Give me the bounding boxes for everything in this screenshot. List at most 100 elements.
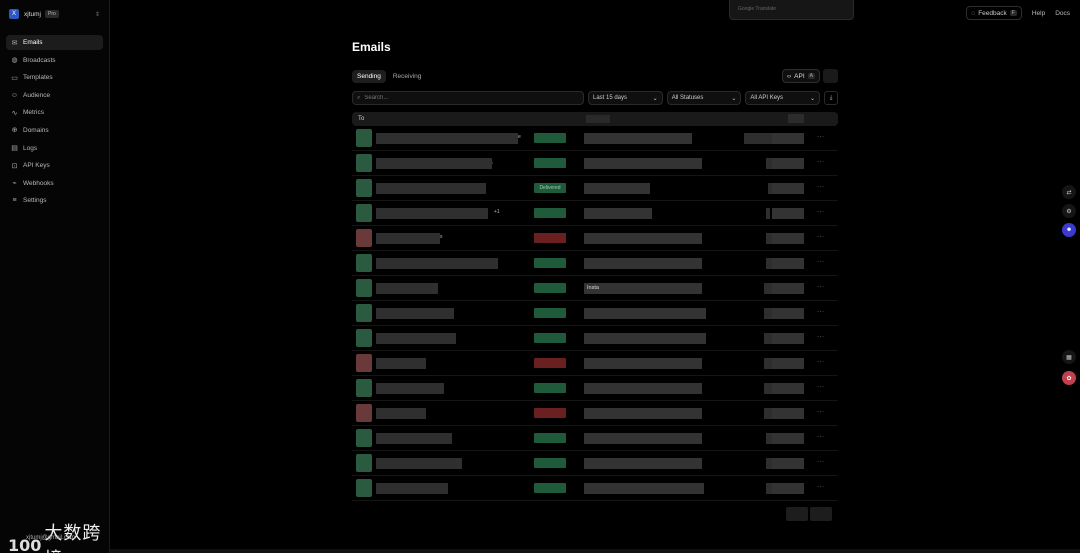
column-blurred (788, 114, 804, 123)
sidebar-item-domains[interactable]: ⊕ Domains (6, 123, 103, 138)
recipient-blurred (376, 183, 486, 194)
api-button[interactable]: ‹› API A (781, 69, 820, 83)
table-row[interactable]: Insta ··· (352, 276, 838, 301)
table-row[interactable]: ··· (352, 251, 838, 276)
more-actions-icon[interactable]: ··· (817, 434, 825, 440)
sent-time-blurred (772, 308, 804, 319)
more-actions-icon[interactable]: ··· (817, 159, 825, 165)
status-badge (534, 158, 566, 168)
more-actions-icon[interactable]: ··· (817, 184, 825, 190)
subject-blurred (584, 333, 706, 344)
subject-blurred (584, 483, 704, 494)
status-badge (534, 333, 566, 343)
user-email: xjtumj@gmail.com (26, 535, 76, 541)
sidebar-item-webhooks[interactable]: ⌁ Webhooks (6, 176, 103, 191)
tab-sending[interactable]: Sending (352, 69, 386, 83)
feedback-button[interactable]: ◌ Feedback F (966, 6, 1022, 20)
table-row[interactable]: ··· (352, 476, 838, 501)
tab-receiving[interactable]: Receiving (388, 70, 427, 83)
sidebar-item-logs[interactable]: ▤ Logs (6, 141, 103, 156)
table-row[interactable]: ··· (352, 301, 838, 326)
sidebar-item-label: Logs (23, 144, 38, 152)
sidebar-item-broadcasts[interactable]: ◍ Broadcasts (6, 53, 103, 68)
template-icon: ▭ (11, 74, 18, 82)
sidebar-item-api-keys[interactable]: ⊡ API Keys (6, 158, 103, 173)
date-range-select[interactable]: Last 15 days ⌄ (588, 91, 663, 105)
sent-time-blurred (772, 383, 804, 394)
more-actions-icon[interactable]: ··· (817, 384, 825, 390)
table-row[interactable]: ··· (352, 401, 838, 426)
subject-blurred (584, 283, 702, 294)
recipient-blurred (376, 283, 438, 294)
more-options-button[interactable] (823, 69, 838, 83)
tool-icon[interactable]: ⚙ (1062, 204, 1076, 218)
code-icon: ‹› (786, 72, 792, 80)
table-row[interactable]: s ··· (352, 226, 838, 251)
sidebar-item-settings[interactable]: ≡ Settings (6, 193, 103, 208)
column-blurred (586, 115, 610, 123)
status-badge: Delivered (534, 183, 566, 193)
translate-popup: Google Translate (729, 0, 854, 20)
more-actions-icon[interactable]: ··· (817, 334, 825, 340)
logs-icon: ▤ (11, 145, 18, 153)
more-actions-icon[interactable]: ··· (817, 359, 825, 365)
download-button[interactable]: ⤓ (824, 91, 838, 105)
table-row[interactable]: ··· (352, 376, 838, 401)
status-badge (534, 433, 566, 443)
table-row[interactable]: +1 ··· (352, 201, 838, 226)
avatar (356, 154, 372, 172)
table-row[interactable]: ··· (352, 326, 838, 351)
sidebar-item-label: Settings (23, 197, 47, 205)
search-box[interactable]: ⌕ (352, 91, 584, 105)
users-icon: ☺ (10, 91, 19, 99)
docs-link[interactable]: Docs (1055, 10, 1070, 17)
status-select[interactable]: All Statuses ⌄ (666, 91, 742, 105)
mail-icon: ✉ (11, 39, 18, 47)
more-actions-icon[interactable]: ··· (817, 309, 825, 315)
filters-bar: ⌕ Last 15 days ⌄ All Statuses ⌄ All API … (352, 91, 838, 105)
more-actions-icon[interactable]: ··· (817, 209, 825, 215)
sent-time-blurred (772, 158, 804, 169)
column-to: To (358, 116, 365, 122)
avatar (356, 279, 372, 297)
table-row[interactable]: Delivered ··· (352, 176, 838, 201)
sidebar-item-templates[interactable]: ▭ Templates (6, 70, 103, 85)
top-actions: ◌ Feedback F Help Docs (966, 6, 1070, 20)
more-actions-icon[interactable]: ··· (817, 134, 825, 140)
sidebar-item-audience[interactable]: ☺ Audience (6, 88, 103, 103)
api-key-select[interactable]: All API Keys ⌄ (745, 91, 821, 105)
sidebar-item-emails[interactable]: ✉ Emails (6, 35, 103, 50)
more-actions-icon[interactable]: ··· (817, 259, 825, 265)
assistant-icon[interactable]: ☻ (1062, 223, 1076, 237)
prev-page-button[interactable] (786, 507, 808, 521)
avatar (356, 229, 372, 247)
search-input[interactable] (364, 95, 565, 101)
more-actions-icon[interactable]: ··· (817, 459, 825, 465)
more-actions-icon[interactable]: ··· (817, 284, 825, 290)
recipient-extra: , (492, 159, 494, 165)
recipient-extra: s (440, 234, 443, 240)
next-page-button[interactable] (810, 507, 832, 521)
status-badge (534, 458, 566, 468)
recipient-blurred (376, 233, 440, 244)
recipient-blurred (376, 358, 426, 369)
translate-icon[interactable]: ⇄ (1062, 185, 1076, 199)
table-row[interactable]: ··· (352, 426, 838, 451)
date-range-value: Last 15 days (593, 95, 628, 101)
more-actions-icon[interactable]: ··· (817, 484, 825, 490)
grid-icon[interactable]: ▦ (1062, 350, 1076, 364)
subject-blurred (584, 458, 702, 469)
workspace-switcher[interactable]: X xjtumj Pro ⇕ (0, 1, 109, 27)
table-row[interactable]: , ··· (352, 151, 838, 176)
more-actions-icon[interactable]: ··· (817, 409, 825, 415)
plan-badge: Pro (44, 10, 59, 18)
table-row[interactable]: ··· (352, 351, 838, 376)
table-row[interactable]: ··· (352, 451, 838, 476)
sidebar-item-metrics[interactable]: ∿ Metrics (6, 105, 103, 120)
subject-blurred (584, 233, 702, 244)
extension-icon[interactable]: ✿ (1062, 371, 1076, 385)
help-link[interactable]: Help (1032, 10, 1045, 17)
avatar (356, 379, 372, 397)
table-row[interactable]: e ··· (352, 126, 838, 151)
more-actions-icon[interactable]: ··· (817, 234, 825, 240)
